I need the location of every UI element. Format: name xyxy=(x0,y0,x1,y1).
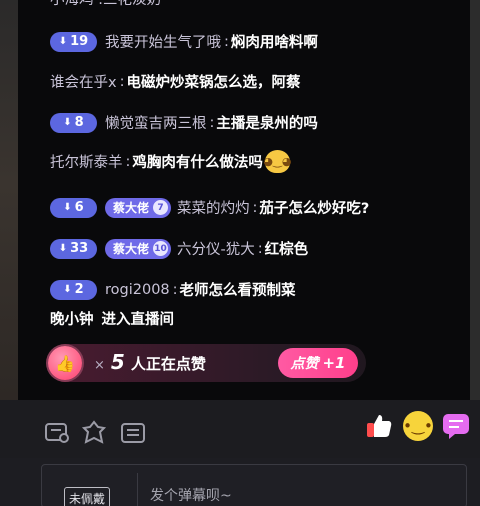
fan-badge-level: 7 xyxy=(153,200,169,215)
cat-emoji-icon: ◕‿◕ xyxy=(263,150,291,173)
chat-text: 主播是泉州的吗 xyxy=(216,116,318,132)
level-badge-value: 19 xyxy=(70,34,89,49)
like-button[interactable]: 点赞 +1 xyxy=(278,348,358,378)
like-label: 人正在点赞 xyxy=(130,355,206,373)
chat-text: 红棕色 xyxy=(264,242,309,258)
video-edge-right xyxy=(470,0,480,400)
chat-text: 电磁炉炒菜锅怎么选，阿蔡 xyxy=(126,75,301,91)
chevron-down-icon: ⬇ xyxy=(58,242,68,254)
like-button-label: 点赞 xyxy=(290,356,319,372)
chat-username[interactable]: 六分仪-犹大 xyxy=(177,238,255,259)
danmaku-settings-icon[interactable] xyxy=(44,420,72,446)
chat-colon: : xyxy=(125,153,131,170)
chat-panel: 小海鸡 :三花淡奶 ⬇ 19 我要开始生气了哦: 焖肉用啥料啊 谁会在乎x: 电磁炉炒… xyxy=(18,0,470,400)
chat-username[interactable]: 我要开始生气了哦 xyxy=(105,31,221,52)
fan-club-badge[interactable]: 蔡大佬 10 xyxy=(105,238,172,259)
chat-message-cutoff: 小海鸡 :三花淡奶 xyxy=(50,0,161,9)
chat-text: 茄子怎么炒好吃? xyxy=(259,201,370,217)
chat-username[interactable]: 谁会在乎x xyxy=(50,71,117,92)
input-area: 未佩戴 发个弹幕呗~ xyxy=(0,458,480,506)
like-bar: 👍 × 5 人正在点赞 点赞 +1 xyxy=(46,344,366,382)
chevron-down-icon: ⬇ xyxy=(63,116,72,128)
chat-text: 鸡胸肉有什么做法吗 xyxy=(132,155,263,171)
level-badge-value: 33 xyxy=(70,241,89,256)
chat-text: 焖肉用啥料啊 xyxy=(230,35,318,51)
chat-colon: : xyxy=(172,281,178,298)
chat-username[interactable]: 菜菜的灼灼 xyxy=(177,197,250,218)
input-divider xyxy=(137,473,138,506)
chevron-down-icon: ⬇ xyxy=(63,201,72,213)
level-badge-value: 2 xyxy=(74,282,84,297)
chat-message: 谁会在乎x: 电磁炉炒菜锅怎么选，阿蔡 xyxy=(50,71,300,92)
chat-colon: : xyxy=(224,33,229,50)
fan-badge-name: 蔡大佬 xyxy=(113,201,150,215)
input-placeholder: 发个弹幕呗~ xyxy=(150,488,232,504)
chat-username[interactable]: rogi2008 xyxy=(105,282,170,298)
level-badge-value: 8 xyxy=(74,115,84,130)
emoji-face-icon[interactable]: •‿• xyxy=(403,411,433,441)
chat-message: ⬇ 33 蔡大佬 10 六分仪-犹大: 红棕色 xyxy=(50,238,308,259)
like-button-plus: +1 xyxy=(322,354,346,372)
chat-colon: : xyxy=(252,199,258,216)
chat-bubble-icon[interactable] xyxy=(441,411,471,441)
chat-colon: : xyxy=(119,73,125,90)
video-edge-left xyxy=(0,0,18,458)
chat-message: ⬇ 6 蔡大佬 7 菜菜的灼灼: 茄子怎么炒好吃? xyxy=(50,197,369,218)
level-badge[interactable]: ⬇ 33 xyxy=(50,238,97,259)
fan-badge-name: 蔡大佬 xyxy=(113,242,150,256)
chat-message: ⬇ 19 我要开始生气了哦: 焖肉用啥料啊 xyxy=(50,31,318,52)
chat-message: ⬇ 2 rogi2008: 老师怎么看预制菜 xyxy=(50,279,296,300)
level-badge[interactable]: ⬇ 2 xyxy=(50,279,97,300)
chat-cutoff-text: 小海鸡 :三花淡奶 xyxy=(50,0,161,8)
chat-username[interactable]: 托尔斯泰羊 xyxy=(50,151,123,172)
level-badge[interactable]: ⬇ 6 xyxy=(50,197,97,218)
enter-notice-user[interactable]: 晚小钟 xyxy=(50,308,94,329)
danmaku-input[interactable]: 未佩戴 发个弹幕呗~ xyxy=(41,464,467,506)
fan-club-badge[interactable]: 蔡大佬 7 xyxy=(105,197,172,218)
level-badge[interactable]: ⬇ 19 xyxy=(50,31,97,52)
chat-colon: : xyxy=(257,240,263,257)
chat-colon: : xyxy=(209,114,215,131)
chat-username[interactable]: 懒觉蛮吉两三根 xyxy=(105,112,207,133)
medal-button[interactable]: 未佩戴 xyxy=(64,487,111,506)
chat-message: 托尔斯泰羊: 鸡胸肉有什么做法吗 ◕‿◕ xyxy=(50,150,291,173)
chevron-down-icon: ⬇ xyxy=(63,283,72,295)
enter-notice-action: 进入直播间 xyxy=(101,312,175,328)
level-badge[interactable]: ⬇ 8 xyxy=(50,112,97,133)
chat-message: ⬇ 8 懒觉蛮吉两三根: 主播是泉州的吗 xyxy=(50,112,318,133)
enter-notice: 晚小钟 进入直播间 xyxy=(50,308,174,329)
level-badge-value: 6 xyxy=(74,200,84,215)
like-multiplier: × xyxy=(94,358,105,373)
fan-badge-level: 10 xyxy=(153,241,169,256)
list-icon[interactable] xyxy=(120,420,148,446)
chevron-down-icon: ⬇ xyxy=(58,35,68,47)
gift-icon[interactable] xyxy=(80,420,108,446)
thumbs-up-icon[interactable] xyxy=(364,411,394,441)
thumbs-up-icon[interactable]: 👍 xyxy=(48,346,82,380)
like-status: × 5 人正在点赞 xyxy=(94,350,206,374)
chat-text: 老师怎么看预制菜 xyxy=(179,283,296,299)
like-count: 5 xyxy=(110,350,125,374)
